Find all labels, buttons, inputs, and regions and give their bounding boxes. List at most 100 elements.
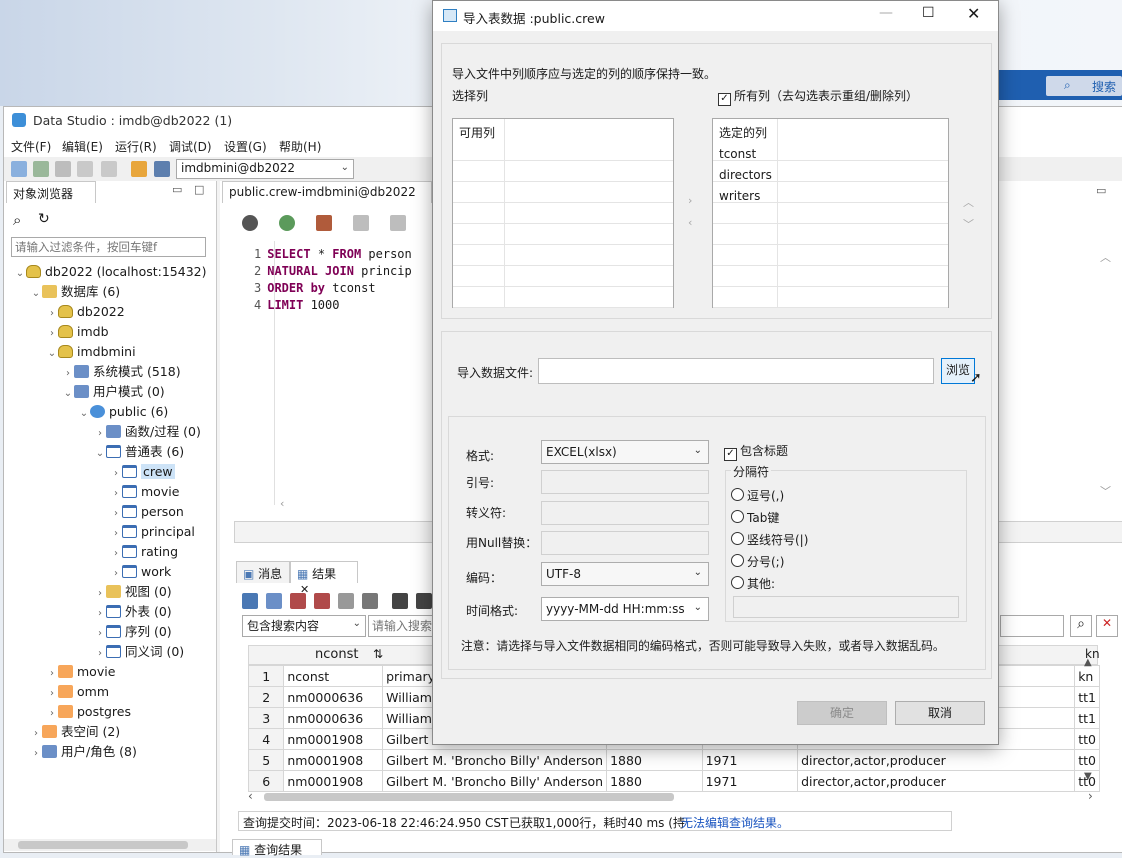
table-cell[interactable]: 1971 xyxy=(701,749,799,771)
code-line[interactable]: 2 NATURAL JOIN princip xyxy=(254,264,412,278)
tab-query-results[interactable]: ▦ 查询结果 xyxy=(232,839,322,857)
selected-column-item[interactable]: writers xyxy=(719,189,760,203)
find-icon[interactable] xyxy=(362,593,378,609)
cancel-button[interactable]: 取消 xyxy=(895,701,985,725)
scroll-up-icon[interactable]: ︿ xyxy=(1100,249,1111,265)
move-down-icon[interactable]: ﹀ xyxy=(963,216,974,232)
refresh-icon[interactable] xyxy=(55,161,71,177)
tree-item[interactable]: › movie xyxy=(110,482,179,502)
import-file-input[interactable] xyxy=(538,358,934,384)
scroll-up-icon[interactable]: ▲ xyxy=(1084,657,1092,668)
chevron-down-icon[interactable]: ⌄ xyxy=(94,444,106,464)
menu-run[interactable]: 运行(R) xyxy=(115,138,157,155)
results-search-input[interactable] xyxy=(368,615,438,637)
menu-file[interactable]: 文件(F) xyxy=(11,138,51,155)
code-line[interactable]: 3 ORDER by tconst xyxy=(254,281,376,295)
chevron-right-icon[interactable]: › xyxy=(46,304,58,324)
tree-item[interactable]: › db2022 xyxy=(46,302,125,322)
tree-item[interactable]: › 用户/角色 (8) xyxy=(30,742,137,762)
radio-tab[interactable]: Tab键 xyxy=(731,509,779,526)
tab-messages[interactable]: ▣ 消息 xyxy=(236,561,290,583)
tree-item[interactable]: › 系统模式 (518) xyxy=(62,362,181,382)
tree-item[interactable]: ⌄ 用户模式 (0) xyxy=(62,382,165,402)
encoding-select[interactable]: UTF-8 ⌄ xyxy=(541,562,709,586)
open-file-icon[interactable] xyxy=(131,161,147,177)
tree-item[interactable]: › 序列 (0) xyxy=(94,622,172,642)
chevron-right-icon[interactable]: › xyxy=(62,364,74,384)
sort-icon[interactable] xyxy=(392,593,408,609)
chevron-down-icon[interactable]: ⌄ xyxy=(62,384,74,404)
table-row[interactable]: 6 nm0001908 Gilbert M. 'Broncho Billy' And… xyxy=(247,770,1100,792)
table-cell[interactable]: Gilbert M. 'Broncho Billy' Anderson xyxy=(382,749,608,771)
move-left-icon[interactable]: ‹ xyxy=(688,216,692,229)
row-number[interactable]: 1 xyxy=(247,665,285,687)
tree-item[interactable]: › 视图 (0) xyxy=(94,582,172,602)
tree-item[interactable]: › omm xyxy=(46,682,109,702)
format-select[interactable]: EXCEL(xlsx) ⌄ xyxy=(541,440,709,464)
menu-settings[interactable]: 设置(G) xyxy=(224,138,267,155)
tab-results[interactable]: ▦ 结果 ✕ xyxy=(290,561,358,596)
row-number[interactable]: 6 xyxy=(247,770,285,792)
connection-combo[interactable]: imdbmini@db2022 ⌄ xyxy=(176,159,354,179)
table-cell[interactable]: tt1 xyxy=(1074,686,1100,708)
chevron-right-icon[interactable]: › xyxy=(110,504,122,524)
menu-debug[interactable]: 调试(D) xyxy=(169,138,212,155)
desktop-search-box[interactable]: ⌕ 搜索 xyxy=(1046,76,1122,96)
table-cell[interactable]: director,actor,producer xyxy=(797,770,1076,792)
minimize-editor-icon[interactable]: ▭ xyxy=(1096,184,1106,197)
tree-item[interactable]: › work xyxy=(110,562,171,582)
scroll-right-icon[interactable]: › xyxy=(1088,789,1093,803)
move-up-icon[interactable]: ︿ xyxy=(963,194,974,210)
stop-icon[interactable] xyxy=(77,161,93,177)
sql-icon[interactable] xyxy=(338,593,354,609)
table-cell[interactable]: nm0001908 xyxy=(283,749,384,771)
all-columns-checkbox[interactable]: ✓ 所有列（去勾选表示重组/删除列） xyxy=(718,87,918,106)
scroll-left-icon[interactable]: ‹ xyxy=(248,789,253,803)
filter-icon[interactable] xyxy=(416,593,432,609)
tree-item[interactable]: ⌄ db2022 (localhost:15432) xyxy=(14,262,207,282)
chevron-right-icon[interactable]: › xyxy=(94,604,106,624)
save-icon[interactable] xyxy=(154,161,170,177)
code-line[interactable]: 1 SELECT * FROM person xyxy=(254,247,412,261)
row-number[interactable]: 3 xyxy=(247,707,285,729)
object-filter-input[interactable] xyxy=(11,237,206,257)
minimize-icon[interactable]: — xyxy=(879,5,893,21)
table-cell[interactable]: 1971 xyxy=(701,770,799,792)
tree-item[interactable]: › rating xyxy=(110,542,178,562)
escape-input[interactable] xyxy=(541,501,709,525)
selected-column-item[interactable]: tconst xyxy=(719,147,756,161)
include-header-checkbox[interactable]: ✓ 包含标题 xyxy=(724,442,788,461)
tab-object-browser[interactable]: 对象浏览器 xyxy=(6,181,96,203)
chevron-right-icon[interactable]: › xyxy=(94,624,106,644)
tree-item[interactable]: › movie xyxy=(46,662,115,682)
chevron-right-icon[interactable]: › xyxy=(94,584,106,604)
chevron-right-icon[interactable]: › xyxy=(46,684,58,704)
tree-item[interactable]: › crew xyxy=(110,462,175,482)
row-number[interactable]: 5 xyxy=(247,749,285,771)
clear-search-icon[interactable]: ✕ xyxy=(1096,615,1118,637)
table-cell[interactable]: nconst xyxy=(283,665,384,687)
chevron-right-icon[interactable]: › xyxy=(110,464,122,484)
table-cell[interactable]: nm0000636 xyxy=(283,707,384,729)
indent-icon[interactable] xyxy=(353,215,369,231)
chevron-right-icon[interactable]: › xyxy=(94,424,106,444)
tree-item[interactable]: › postgres xyxy=(46,702,131,722)
horizontal-scrollbar-thumb[interactable] xyxy=(264,793,674,801)
chevron-right-icon[interactable]: › xyxy=(94,644,106,664)
tree-scrollbar-thumb[interactable] xyxy=(18,841,188,849)
table-cell[interactable]: nm0000636 xyxy=(283,686,384,708)
code-line[interactable]: 4 LIMIT 1000 xyxy=(254,298,339,312)
table-cell[interactable]: kn xyxy=(1074,665,1100,687)
table-cell[interactable]: tt1 xyxy=(1074,707,1100,729)
null-replace-input[interactable] xyxy=(541,531,709,555)
radio-semicolon[interactable]: 分号(;) xyxy=(731,553,784,570)
refresh-tree-icon[interactable]: ↻ xyxy=(38,211,50,227)
excel-icon[interactable] xyxy=(314,593,330,609)
scroll-down-icon[interactable]: ▼ xyxy=(1084,771,1092,782)
execute-icon[interactable] xyxy=(242,215,258,231)
table-cell[interactable]: director,actor,producer xyxy=(797,749,1076,771)
tree-horizontal-scrollbar[interactable] xyxy=(4,839,216,851)
disconnect-icon[interactable] xyxy=(33,161,49,177)
maximize-icon[interactable]: ☐ xyxy=(922,5,935,21)
move-right-icon[interactable]: › xyxy=(688,194,692,207)
